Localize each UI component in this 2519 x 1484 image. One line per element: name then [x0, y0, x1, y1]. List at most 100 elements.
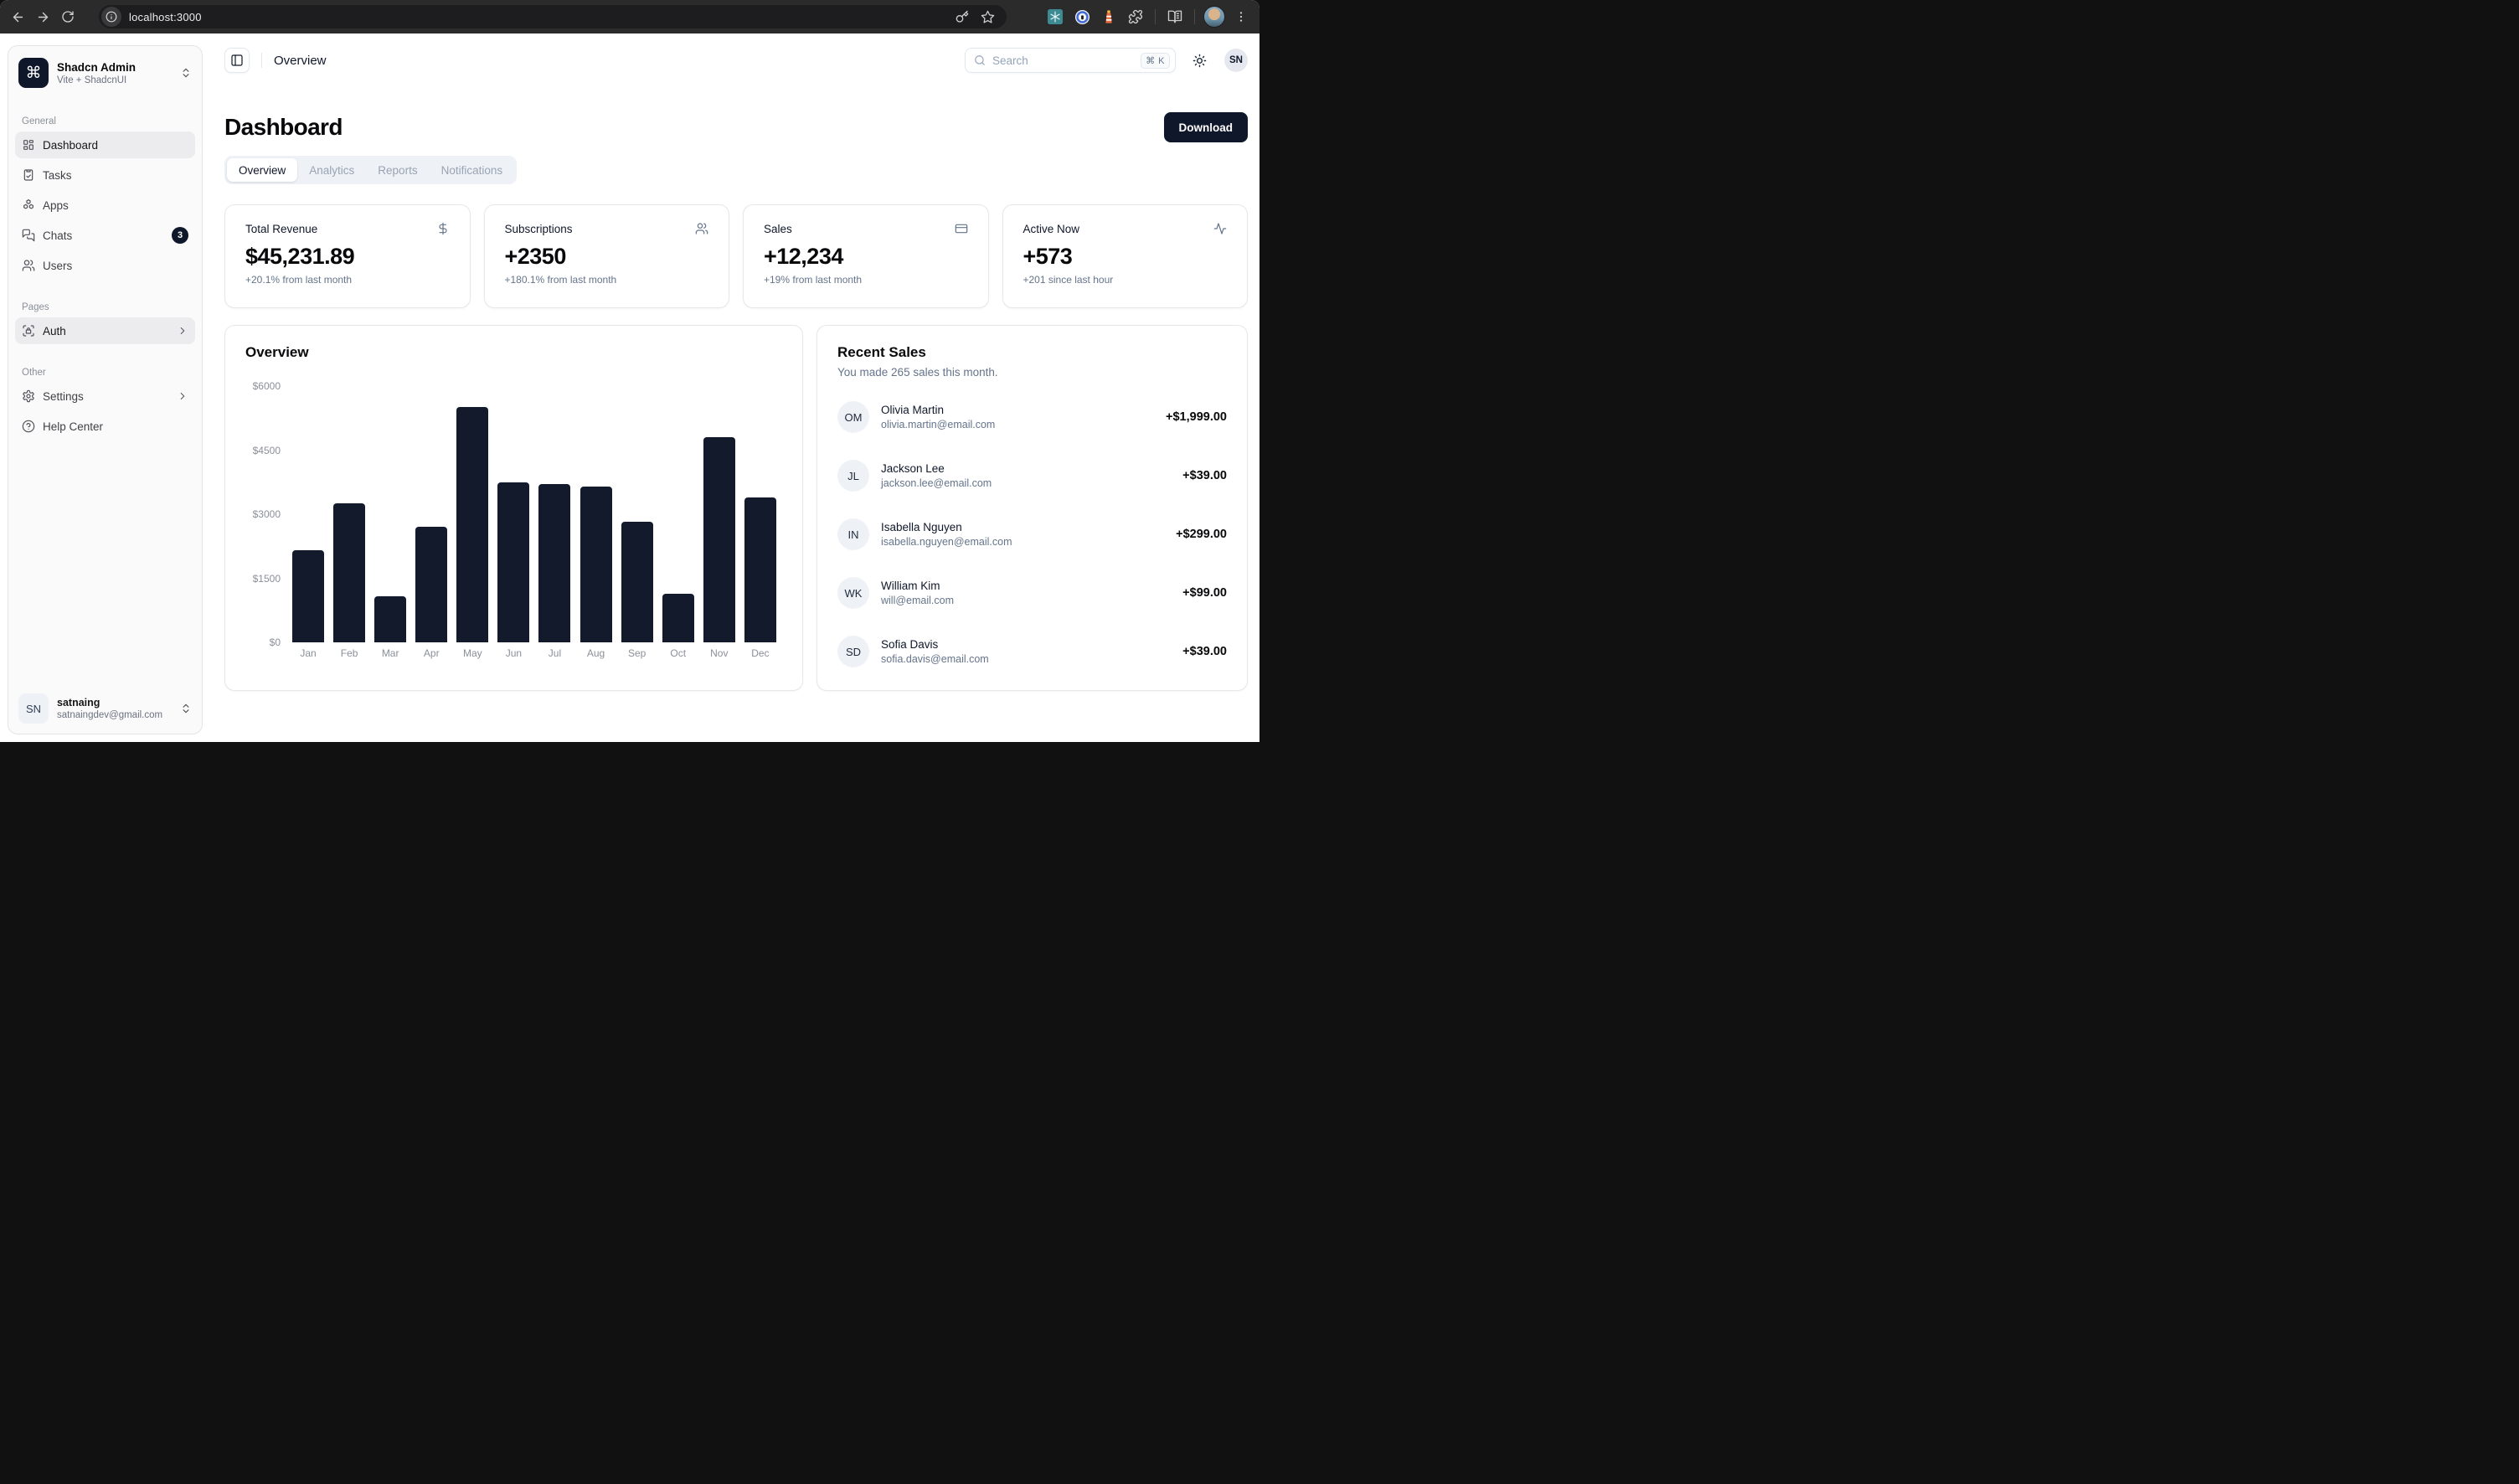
apps-icon — [22, 198, 35, 212]
profile-avatar[interactable] — [1203, 5, 1226, 28]
x-axis-tick: May — [456, 647, 488, 659]
dashboard-tabs: OverviewAnalyticsReportsNotifications — [224, 156, 517, 184]
bar-aug[interactable] — [580, 487, 612, 642]
chevrons-up-down-icon — [180, 703, 192, 714]
menu-kebab-icon[interactable] — [1229, 5, 1253, 28]
forward-icon[interactable] — [30, 4, 55, 29]
x-axis-tick: Jan — [292, 647, 324, 659]
overview-chart-card: Overview $6000$4500$3000$1500$0JanFebMar… — [224, 325, 803, 691]
sidebar-item-dashboard[interactable]: Dashboard — [15, 131, 195, 158]
tab-notifications[interactable]: Notifications — [430, 158, 515, 182]
bar-jan[interactable] — [292, 550, 324, 642]
customer-name: Isabella Nguyen — [881, 520, 1164, 535]
sidebar-item-chats[interactable]: Chats3 — [15, 222, 195, 249]
x-axis-tick: Dec — [744, 647, 776, 659]
site-info-icon[interactable] — [101, 7, 121, 27]
tasks-icon — [22, 168, 35, 182]
credit-card-icon — [955, 222, 968, 235]
avatar: OM — [837, 401, 869, 433]
sale-row-sofia-davis: SDSofia Davissofia.davis@email.com+$39.0… — [837, 629, 1227, 674]
stat-card-total-revenue: Total Revenue$45,231.89+20.1% from last … — [224, 204, 471, 308]
lighthouse-extension-icon[interactable] — [1097, 5, 1120, 28]
x-axis-tick: Jul — [538, 647, 570, 659]
sidebar-toggle-button[interactable] — [224, 48, 250, 73]
password-key-icon[interactable] — [956, 10, 969, 23]
avatar: JL — [837, 460, 869, 492]
sidebar-item-tasks[interactable]: Tasks — [15, 162, 195, 188]
x-axis-tick: Oct — [662, 647, 694, 659]
bar-oct[interactable] — [662, 594, 694, 642]
app-root: ⌘ Shadcn Admin Vite + ShadcnUI GeneralDa… — [0, 33, 1260, 742]
bar-mar[interactable] — [374, 596, 406, 642]
browser-toolbar: localhost:3000 — [0, 0, 1260, 33]
profile-avatar-button[interactable]: SN — [1224, 49, 1248, 72]
sale-amount: +$39.00 — [1182, 645, 1227, 658]
sidebar: ⌘ Shadcn Admin Vite + ShadcnUI GeneralDa… — [8, 45, 203, 734]
download-button[interactable]: Download — [1164, 112, 1249, 142]
reload-icon[interactable] — [55, 4, 80, 29]
page-title: Dashboard — [224, 114, 343, 141]
x-axis-tick: Jun — [497, 647, 529, 659]
y-axis-tick: $1500 — [244, 573, 281, 585]
puzzle-extensions-icon[interactable] — [1124, 5, 1147, 28]
tab-overview[interactable]: Overview — [227, 158, 297, 182]
settings-icon — [22, 389, 35, 403]
customer-email: olivia.martin@email.com — [881, 418, 1154, 432]
reading-list-icon[interactable] — [1163, 5, 1187, 28]
user-email: satnaingdev@gmail.com — [57, 709, 172, 721]
stat-change: +20.1% from last month — [245, 274, 450, 286]
password-manager-extension-icon[interactable] — [1070, 5, 1094, 28]
avatar: SN — [18, 693, 49, 724]
bar-nov[interactable] — [703, 437, 735, 642]
stat-value: +2350 — [505, 244, 709, 270]
x-axis-tick: Feb — [333, 647, 365, 659]
bookmark-star-icon[interactable] — [981, 10, 995, 24]
sidebar-section-label: Other — [22, 368, 195, 378]
bar-jul[interactable] — [538, 484, 570, 642]
bar-apr[interactable] — [415, 527, 447, 642]
stat-card-active-now: Active Now+573+201 since last hour — [1002, 204, 1249, 308]
breadcrumb: Overview — [274, 54, 327, 68]
user-name: satnaing — [57, 696, 172, 709]
stat-title: Active Now — [1023, 223, 1080, 235]
customer-email: isabella.nguyen@email.com — [881, 535, 1164, 549]
users-icon — [22, 259, 35, 272]
help-icon — [22, 420, 35, 433]
sidebar-item-users[interactable]: Users — [15, 252, 195, 279]
bar-feb[interactable] — [333, 503, 365, 642]
sidebar-item-help-center[interactable]: Help Center — [15, 413, 195, 440]
address-bar[interactable]: localhost:3000 — [99, 5, 1007, 28]
sidebar-user-menu[interactable]: SN satnaing satnaingdev@gmail.com — [15, 690, 195, 727]
top-header: Overview Search ⌘ K SN — [203, 33, 1260, 87]
tab-reports[interactable]: Reports — [366, 158, 429, 182]
stat-value: +12,234 — [764, 244, 968, 270]
sale-row-jackson-lee: JLJackson Leejackson.lee@email.com+$39.0… — [837, 453, 1227, 498]
stat-card-sales: Sales+12,234+19% from last month — [743, 204, 989, 308]
command-icon: ⌘ — [18, 58, 49, 88]
search-input[interactable]: Search ⌘ K — [965, 48, 1176, 73]
dollar-icon — [436, 222, 450, 235]
bar-jun[interactable] — [497, 482, 529, 642]
teal-grid-extension-icon[interactable] — [1043, 5, 1067, 28]
toolbar-divider — [1155, 9, 1156, 24]
stat-title: Total Revenue — [245, 223, 317, 235]
recent-sales-title: Recent Sales — [837, 344, 926, 361]
sidebar-item-auth[interactable]: Auth — [15, 317, 195, 344]
sidebar-item-settings[interactable]: Settings — [15, 383, 195, 410]
tab-analytics[interactable]: Analytics — [297, 158, 366, 182]
bar-may[interactable] — [456, 407, 488, 642]
sale-amount: +$99.00 — [1182, 586, 1227, 600]
sidebar-item-apps[interactable]: Apps — [15, 192, 195, 219]
team-switcher[interactable]: ⌘ Shadcn Admin Vite + ShadcnUI — [15, 53, 195, 93]
bar-dec[interactable] — [744, 497, 776, 642]
dashboard-icon — [22, 138, 35, 152]
x-axis-tick: Apr — [415, 647, 447, 659]
url-text[interactable]: localhost:3000 — [129, 11, 956, 23]
search-kbd-hint: ⌘ K — [1141, 53, 1170, 69]
sidebar-item-label: Dashboard — [43, 139, 188, 152]
bar-sep[interactable] — [621, 522, 653, 642]
theme-toggle-button[interactable] — [1186, 47, 1213, 74]
chats-icon — [22, 229, 35, 242]
avatar: IN — [837, 518, 869, 550]
back-icon[interactable] — [5, 4, 30, 29]
